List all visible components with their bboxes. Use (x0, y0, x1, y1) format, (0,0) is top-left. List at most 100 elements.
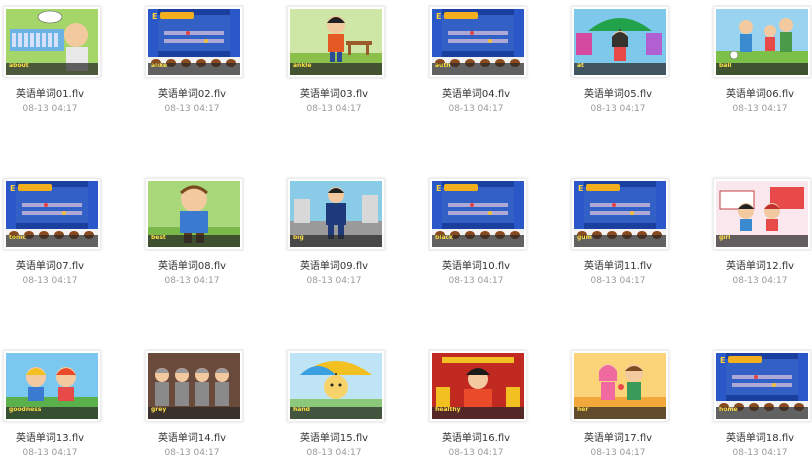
video-thumbnail[interactable]: Etonic (3, 178, 101, 250)
thumbnail-caption: girl (716, 235, 808, 247)
caption-word: goodness (9, 407, 42, 413)
thumbnail-image: about (6, 9, 98, 75)
thumbnail-caption: best (148, 235, 240, 247)
file-tile[interactable]: grey 英语单词14.flv 08-13 04:17 (142, 347, 243, 467)
video-thumbnail[interactable]: ankle (287, 6, 385, 78)
thumbnail-image: best (148, 181, 240, 247)
file-name[interactable]: 英语单词06.flv (700, 85, 812, 100)
file-tile[interactable]: girl 英语单词12.flv 08-13 04:17 (710, 175, 811, 295)
file-date: 08-13 04:17 (448, 104, 504, 114)
file-name[interactable]: 英语单词14.flv (132, 429, 252, 444)
thumbnail-image: goodness (6, 353, 98, 419)
thumbnail-image: her (574, 353, 666, 419)
svg-text:E: E (578, 184, 583, 193)
file-date: 08-13 04:17 (22, 276, 78, 286)
file-date: 08-13 04:17 (22, 448, 78, 458)
video-thumbnail[interactable]: hand (287, 350, 385, 422)
thumbnail-image: girl (716, 181, 808, 247)
file-tile[interactable]: Eblack 英语单词10.flv 08-13 04:17 (426, 175, 527, 295)
video-thumbnail[interactable]: at (571, 6, 669, 78)
file-tile[interactable]: at 英语单词05.flv 08-13 04:17 (568, 3, 669, 123)
caption-word: black (435, 235, 453, 241)
file-name[interactable]: 英语单词11.flv (558, 257, 678, 272)
video-thumbnail[interactable]: Egum (571, 178, 669, 250)
file-tile[interactable]: Egum 英语单词11.flv 08-13 04:17 (568, 175, 669, 295)
video-thumbnail[interactable]: Eblack (429, 178, 527, 250)
caption-word: girl (719, 235, 731, 241)
video-thumbnail[interactable]: ball (713, 6, 811, 78)
thumbnail-caption: hand (290, 407, 382, 419)
caption-word: her (577, 407, 589, 413)
thumbnail-caption: grey (148, 407, 240, 419)
video-thumbnail[interactable]: best (145, 178, 243, 250)
video-thumbnail[interactable]: grey (145, 350, 243, 422)
caption-word: gum (577, 235, 592, 241)
file-tile[interactable]: her 英语单词17.flv 08-13 04:17 (568, 347, 669, 467)
file-name[interactable]: 英语单词05.flv (558, 85, 678, 100)
file-date: 08-13 04:17 (732, 448, 788, 458)
file-name[interactable]: 英语单词09.flv (274, 257, 394, 272)
thumbnail-image: ball (716, 9, 808, 75)
caption-word: auth (435, 63, 451, 69)
file-name[interactable]: 英语单词02.flv (132, 85, 252, 100)
caption-word: ball (719, 63, 732, 69)
thumbnail-image: grey (148, 353, 240, 419)
file-tile[interactable]: healthy 英语单词16.flv 08-13 04:17 (426, 347, 527, 467)
thumbnail-caption: black (432, 235, 524, 247)
svg-text:E: E (10, 184, 15, 193)
video-thumbnail[interactable]: girl (713, 178, 811, 250)
file-name[interactable]: 英语单词13.flv (0, 429, 110, 444)
video-thumbnail[interactable]: big (287, 178, 385, 250)
svg-text:E: E (152, 12, 157, 21)
file-tile[interactable]: goodness 英语单词13.flv 08-13 04:17 (0, 347, 101, 467)
thumbnail-image: Eauth (432, 9, 524, 75)
file-name[interactable]: 英语单词12.flv (700, 257, 812, 272)
file-tile[interactable]: best 英语单词08.flv 08-13 04:17 (142, 175, 243, 295)
file-name[interactable]: 英语单词07.flv (0, 257, 110, 272)
video-thumbnail[interactable]: about (3, 6, 101, 78)
thumbnail-caption: healthy (432, 407, 524, 419)
thumbnail-caption: at (574, 63, 666, 75)
file-tile[interactable]: ball 英语单词06.flv 08-13 04:17 (710, 3, 811, 123)
video-thumbnail[interactable]: goodness (3, 350, 101, 422)
file-date: 08-13 04:17 (306, 104, 362, 114)
thumbnail-caption: ankle (290, 63, 382, 75)
thumbnail-image: ankle (290, 9, 382, 75)
caption-word: hand (293, 407, 310, 413)
file-date: 08-13 04:17 (306, 276, 362, 286)
file-date: 08-13 04:17 (306, 448, 362, 458)
file-tile[interactable]: big 英语单词09.flv 08-13 04:17 (284, 175, 385, 295)
video-thumbnail[interactable]: her (571, 350, 669, 422)
file-tile[interactable]: Etonic 英语单词07.flv 08-13 04:17 (0, 175, 101, 295)
thumbnail-caption: tonic (6, 235, 98, 247)
thumbnail-caption: big (290, 235, 382, 247)
file-tile[interactable]: Ealike 英语单词02.flv 08-13 04:17 (142, 3, 243, 123)
file-name[interactable]: 英语单词15.flv (274, 429, 394, 444)
file-tile[interactable]: Ehome 英语单词18.flv 08-13 04:17 (710, 347, 811, 467)
file-tile[interactable]: about 英语单词01.flv 08-13 04:17 (0, 3, 101, 123)
video-thumbnail[interactable]: Eauth (429, 6, 527, 78)
video-thumbnail[interactable]: Ehome (713, 350, 811, 422)
thumbnail-caption: goodness (6, 407, 98, 419)
file-name[interactable]: 英语单词04.flv (416, 85, 536, 100)
video-thumbnail[interactable]: Ealike (145, 6, 243, 78)
thumbnail-caption: auth (432, 63, 524, 75)
file-tile[interactable]: hand 英语单词15.flv 08-13 04:17 (284, 347, 385, 467)
file-name[interactable]: 英语单词16.flv (416, 429, 536, 444)
file-name[interactable]: 英语单词03.flv (274, 85, 394, 100)
caption-word: grey (151, 407, 167, 413)
file-date: 08-13 04:17 (22, 104, 78, 114)
file-name[interactable]: 英语单词10.flv (416, 257, 536, 272)
file-tile[interactable]: Eauth 英语单词04.flv 08-13 04:17 (426, 3, 527, 123)
file-name[interactable]: 英语单词01.flv (0, 85, 110, 100)
caption-word: tonic (9, 235, 26, 241)
thumbnail-caption: home (716, 407, 808, 419)
file-name[interactable]: 英语单词17.flv (558, 429, 678, 444)
file-tile[interactable]: ankle 英语单词03.flv 08-13 04:17 (284, 3, 385, 123)
file-name[interactable]: 英语单词18.flv (700, 429, 812, 444)
file-date: 08-13 04:17 (732, 104, 788, 114)
file-name[interactable]: 英语单词08.flv (132, 257, 252, 272)
video-thumbnail[interactable]: healthy (429, 350, 527, 422)
thumbnail-image: hand (290, 353, 382, 419)
file-date: 08-13 04:17 (590, 104, 646, 114)
